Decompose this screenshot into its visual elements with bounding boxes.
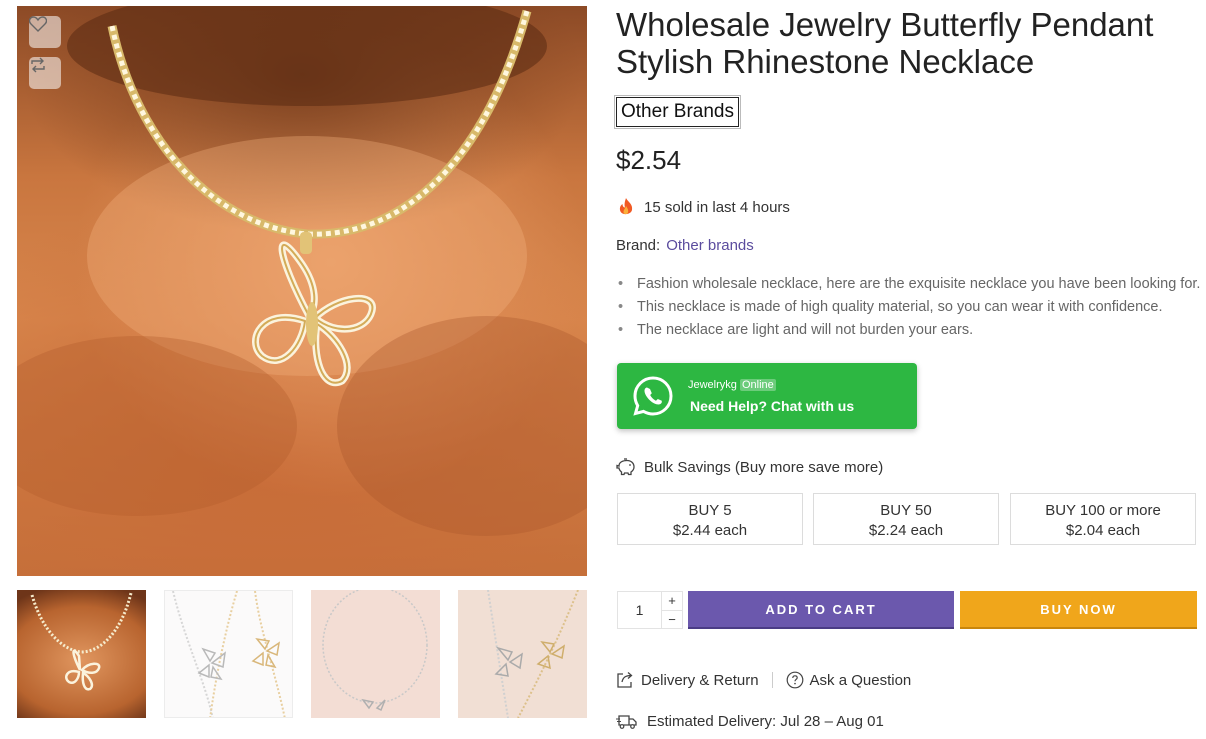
chat-cta: Need Help? Chat with us xyxy=(690,398,855,414)
quantity-input[interactable] xyxy=(618,592,661,628)
truck-icon xyxy=(616,715,637,729)
divider xyxy=(771,672,773,688)
thumbnail-2[interactable] xyxy=(164,590,293,718)
product-price: $2.54 xyxy=(616,145,682,175)
compare-button[interactable] xyxy=(29,57,61,89)
feature-list: Fashion wholesale necklace, here are the… xyxy=(616,274,1200,343)
tier-quantity: BUY 5 xyxy=(688,502,732,519)
feature-item: The necklace are light and will not burd… xyxy=(616,320,1200,343)
feature-item: This necklace is made of high quality ma… xyxy=(616,297,1200,320)
bulk-heading-text: Bulk Savings (Buy more save more) xyxy=(644,458,884,476)
tier-price: $2.24 each xyxy=(868,522,944,539)
whatsapp-chat-button[interactable]: Jewelrykg Online Need Help? Chat with us xyxy=(617,363,917,429)
agent-name-text: Jewelrykg xyxy=(688,379,737,391)
delivery-return-link[interactable]: Delivery & Return xyxy=(616,671,759,689)
product-links: Delivery & Return Ask a Question xyxy=(616,671,911,689)
ask-question-label: Ask a Question xyxy=(809,671,912,689)
tier-price: $2.44 each xyxy=(672,522,748,539)
quantity-buttons: + − xyxy=(661,592,682,628)
whatsapp-icon xyxy=(633,376,673,416)
feature-item: Fashion wholesale necklace, here are the… xyxy=(616,274,1200,297)
thumbnail-4[interactable] xyxy=(458,590,587,718)
tier-quantity: BUY 50 xyxy=(880,502,932,519)
necklace-illustration xyxy=(17,6,587,536)
agent-name: Jewelrykg Online xyxy=(688,379,776,391)
question-circle-icon xyxy=(786,671,803,689)
bulk-tier-5[interactable]: BUY 5 $2.44 each xyxy=(617,493,803,545)
share-box-icon xyxy=(617,672,633,688)
ask-question-link[interactable]: Ask a Question xyxy=(786,671,912,689)
wishlist-button[interactable] xyxy=(29,16,61,48)
thumbnail-necklace-icon xyxy=(322,590,428,712)
main-product-image[interactable] xyxy=(17,6,587,576)
thumbnail-strip xyxy=(17,590,587,720)
thumbnail-3[interactable] xyxy=(311,590,440,718)
brand-tag[interactable]: Other Brands xyxy=(614,95,741,129)
tier-price: $2.04 each xyxy=(1065,522,1141,539)
product-title: Wholesale Jewelry Butterfly Pendant Styl… xyxy=(616,6,1154,80)
fire-icon xyxy=(619,198,633,215)
sold-counter: 15 sold in last 4 hours xyxy=(616,197,790,217)
thumbnail-necklace-icon xyxy=(172,591,286,717)
sold-text: 15 sold in last 4 hours xyxy=(644,198,790,216)
quantity-increase-button[interactable]: + xyxy=(662,592,682,611)
heart-icon xyxy=(29,16,47,32)
tier-quantity: BUY 100 or more xyxy=(1045,502,1161,519)
quantity-decrease-button[interactable]: − xyxy=(662,611,682,629)
bulk-savings-heading: Bulk Savings (Buy more save more) xyxy=(616,458,883,476)
estimated-delivery: Estimated Delivery: Jul 28 – Aug 01 xyxy=(616,713,884,730)
online-status: Online xyxy=(739,379,776,391)
thumbnail-necklace-icon xyxy=(487,590,579,718)
thumbnail-1[interactable] xyxy=(17,590,146,718)
piggy-bank-icon xyxy=(616,458,635,476)
buy-now-button[interactable]: BUY NOW xyxy=(960,591,1197,629)
bulk-tier-100[interactable]: BUY 100 or more $2.04 each xyxy=(1010,493,1196,545)
bulk-tier-50[interactable]: BUY 50 $2.24 each xyxy=(813,493,999,545)
brand-line: Brand: Other brands xyxy=(616,237,754,254)
add-to-cart-button[interactable]: ADD TO CART xyxy=(688,591,954,629)
brand-link[interactable]: Other brands xyxy=(666,237,754,254)
brand-label: Brand: xyxy=(616,237,661,254)
thumbnail-necklace-icon xyxy=(30,592,133,691)
compare-icon xyxy=(31,57,45,73)
delivery-return-label: Delivery & Return xyxy=(641,671,759,689)
quantity-stepper: + − xyxy=(617,591,683,629)
estimated-delivery-text: Estimated Delivery: Jul 28 – Aug 01 xyxy=(647,713,884,730)
